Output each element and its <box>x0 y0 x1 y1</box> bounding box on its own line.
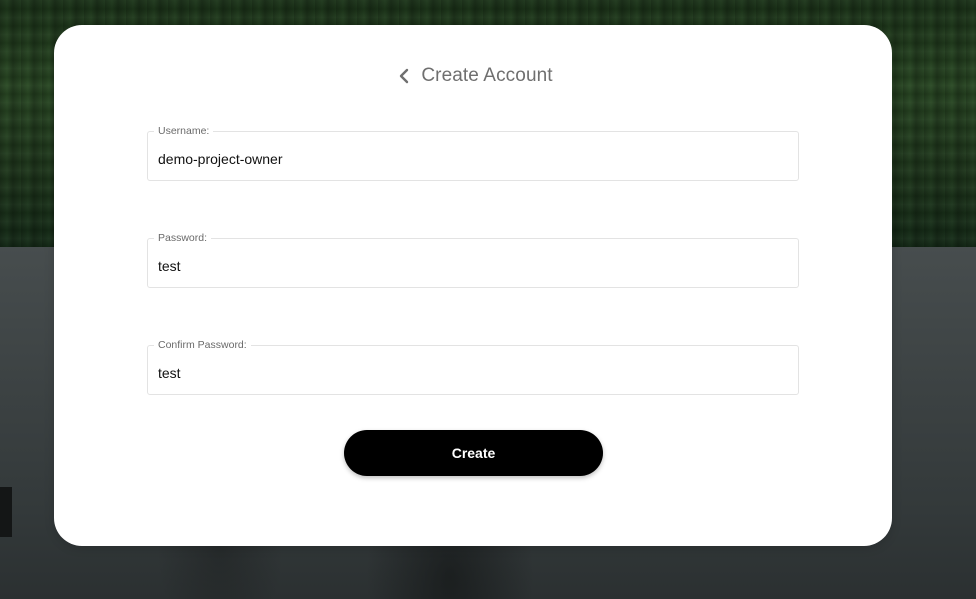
password-input[interactable] <box>158 255 778 277</box>
username-label: Username: <box>154 124 214 138</box>
password-label: Password: <box>154 231 212 245</box>
lamp-post <box>0 487 12 537</box>
card-header: Create Account <box>54 63 892 89</box>
password-field: Password: <box>147 231 799 288</box>
username-input[interactable] <box>158 148 778 170</box>
confirm-password-label: Confirm Password: <box>154 338 251 352</box>
confirm-password-input[interactable] <box>158 362 778 384</box>
username-field: Username: <box>147 124 799 181</box>
confirm-password-field: Confirm Password: <box>147 338 799 395</box>
back-button[interactable] <box>393 65 415 87</box>
create-account-card: Create Account Username: Password: Confi… <box>54 25 892 546</box>
page-title: Create Account <box>421 65 553 86</box>
chevron-left-icon <box>400 68 409 84</box>
create-button[interactable]: Create <box>344 430 603 476</box>
